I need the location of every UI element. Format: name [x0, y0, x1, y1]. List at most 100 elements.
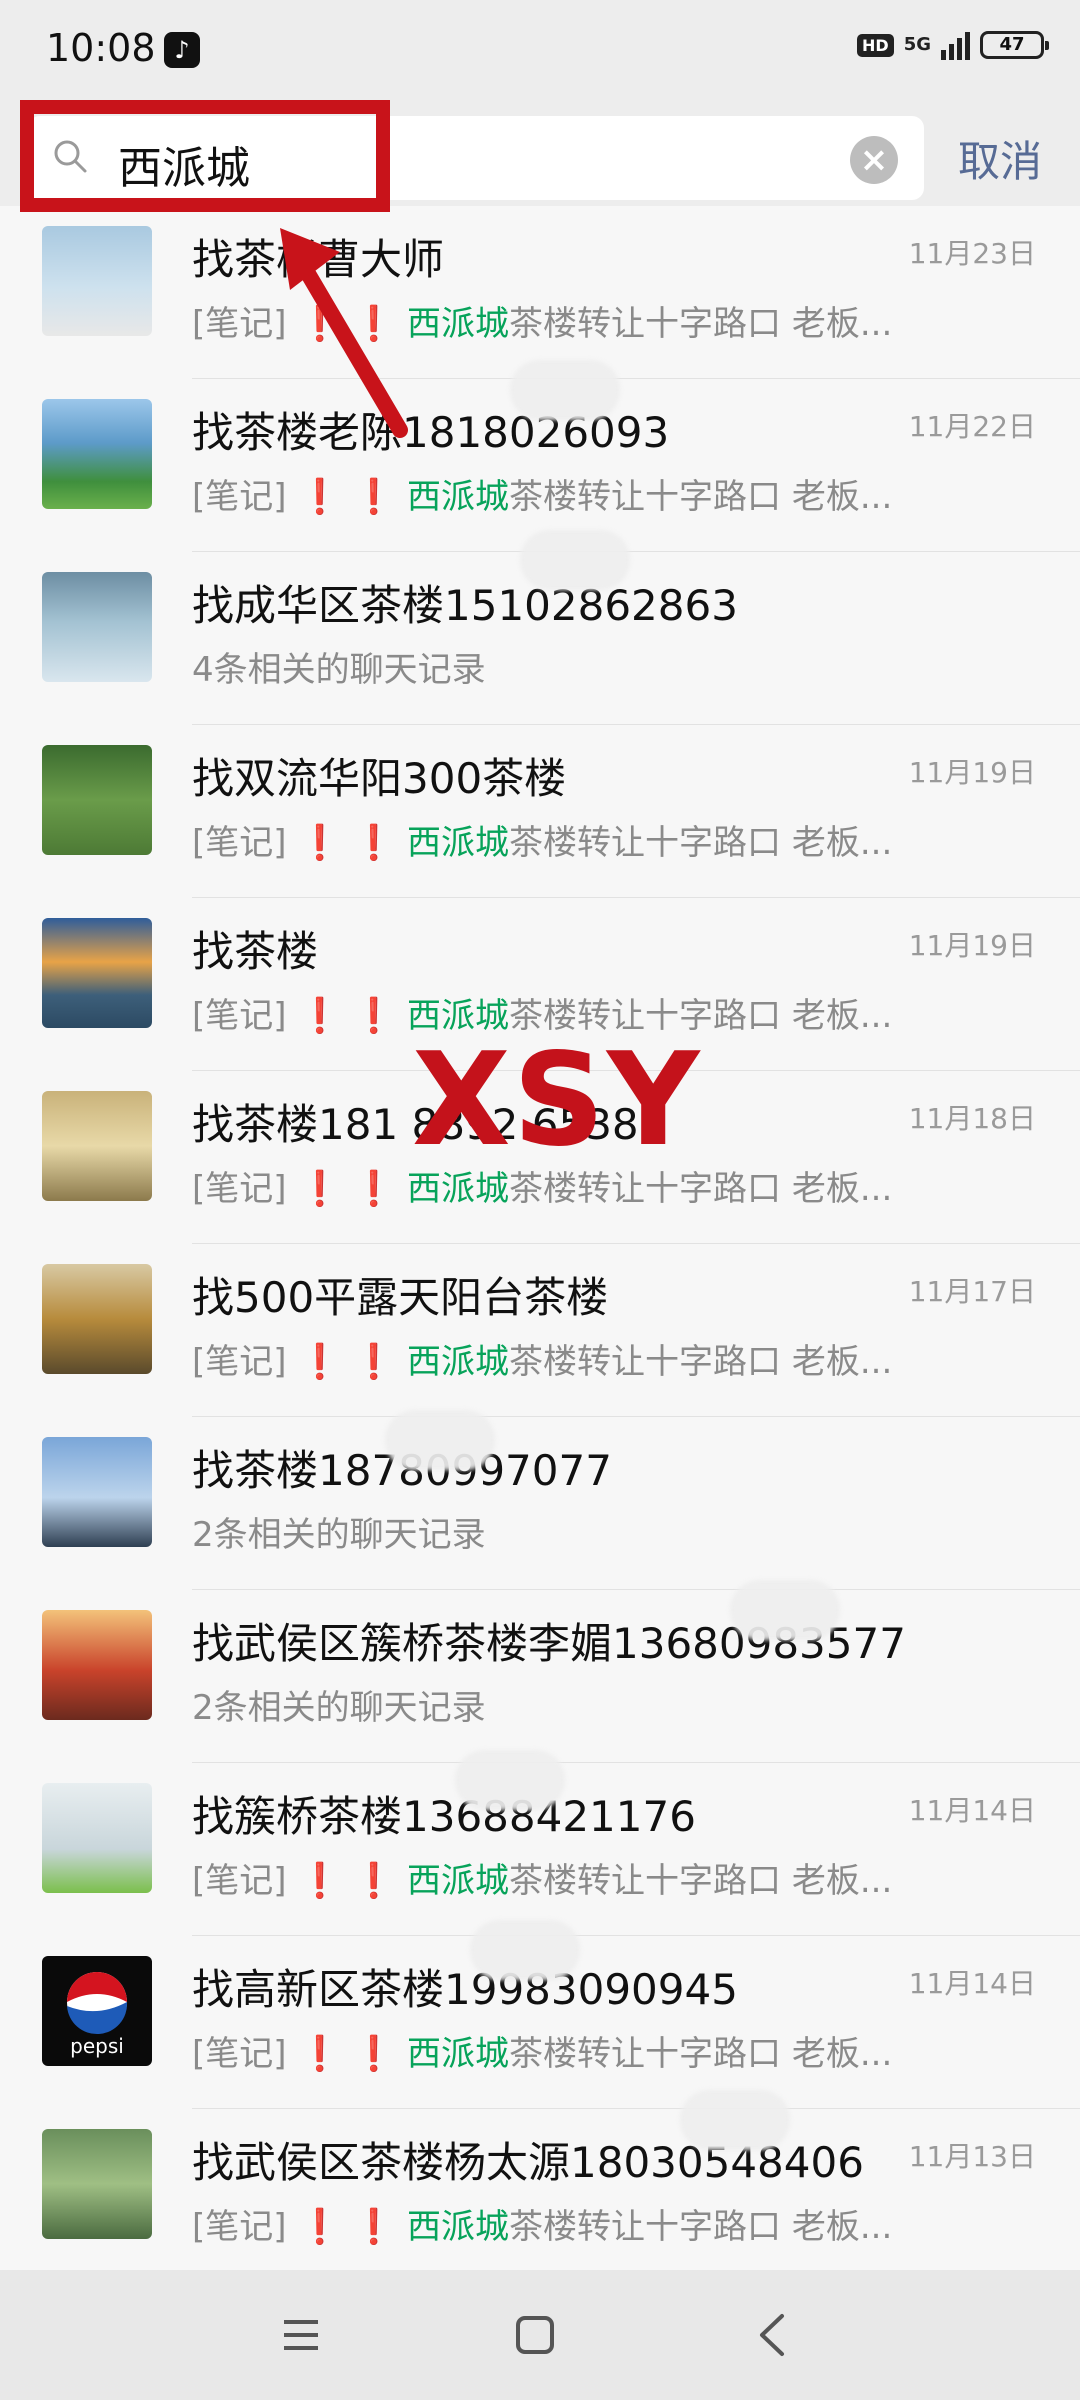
home-icon[interactable]	[514, 2314, 556, 2356]
result-item[interactable]: 找武侯区茶楼杨太源18030548406 11月13日 [笔记] ❗ ❗ 西派城茶楼转让…	[0, 2109, 1080, 2282]
result-snippet: [笔记] ❗ ❗ 西派城茶楼转让十字路口 老板...	[192, 1853, 892, 1902]
result-date: 11月13日	[908, 2140, 1036, 2173]
back-icon[interactable]	[752, 2310, 794, 2360]
result-date: 11月19日	[908, 929, 1036, 962]
snippet-prefix: 4条相关的聊天记录	[192, 650, 486, 690]
result-snippet: 4条相关的聊天记录	[192, 642, 486, 691]
exclamation-marks: ❗ ❗	[298, 2207, 396, 2247]
snippet-prefix: [笔记]	[192, 477, 287, 517]
keyword-highlight: 西派城	[407, 823, 510, 863]
privacy-blur	[510, 360, 620, 420]
privacy-blur	[470, 1920, 580, 1980]
snippet-prefix: [笔记]	[192, 1169, 287, 1209]
system-nav-bar	[0, 2270, 1080, 2400]
result-title: 找成华区茶楼15102862863	[192, 581, 738, 630]
keyword-highlight: 西派城	[407, 1342, 510, 1382]
avatar	[42, 1264, 152, 1374]
avatar	[42, 745, 152, 855]
avatar	[42, 918, 152, 1028]
result-snippet: 2条相关的聊天记录	[192, 1507, 486, 1556]
battery-icon: 47	[980, 31, 1049, 59]
cancel-button[interactable]: 取消	[958, 128, 1042, 189]
network-type: 5G	[903, 34, 931, 55]
result-title: 找簇桥茶楼13688421176	[192, 1792, 696, 1841]
privacy-blur	[520, 530, 630, 590]
avatar	[42, 572, 152, 682]
snippet-text: 茶楼转让十字路口 老板...	[509, 477, 893, 517]
result-date: 11月14日	[908, 1967, 1036, 2000]
result-item[interactable]: 找武侯区簇桥茶楼李媚13680983577 2条相关的聊天记录	[0, 1590, 1080, 1763]
keyword-highlight: 西派城	[407, 304, 510, 344]
pepsi-logo-text: pepsi	[70, 2034, 124, 2058]
snippet-prefix: [笔记]	[192, 2207, 287, 2247]
snippet-prefix: 2条相关的聊天记录	[192, 1688, 486, 1728]
snippet-prefix: [笔记]	[192, 1861, 287, 1901]
exclamation-marks: ❗ ❗	[298, 823, 396, 863]
avatar	[42, 226, 152, 336]
result-title: 找500平露天阳台茶楼	[192, 1273, 609, 1322]
avatar	[42, 1437, 152, 1547]
avatar	[42, 1091, 152, 1201]
privacy-blur	[680, 2090, 790, 2150]
watermark: XSY	[412, 1026, 702, 1175]
snippet-prefix: [笔记]	[192, 2034, 287, 2074]
signal-icon	[941, 30, 970, 60]
privacy-blur	[455, 1750, 565, 1810]
snippet-text: 茶楼转让十字路口 老板...	[509, 2034, 893, 2074]
result-item[interactable]: 找500平露天阳台茶楼 11月17日 [笔记] ❗ ❗ 西派城茶楼转让十字路口 老板..…	[0, 1244, 1080, 1417]
result-snippet: [笔记] ❗ ❗ 西派城茶楼转让十字路口 老板...	[192, 1334, 892, 1383]
avatar	[42, 1783, 152, 1893]
status-indicators: HD 5G 47	[857, 30, 1049, 60]
snippet-prefix: [笔记]	[192, 1342, 287, 1382]
result-snippet: [笔记] ❗ ❗ 西派城茶楼转让十字路口 老板...	[192, 2026, 892, 2075]
result-snippet: [笔记] ❗ ❗ 西派城茶楼转让十字路口 老板...	[192, 469, 892, 518]
snippet-prefix: 2条相关的聊天记录	[192, 1515, 486, 1555]
result-title: 找茶楼	[192, 927, 319, 976]
keyword-highlight: 西派城	[407, 477, 510, 517]
status-bar: 10:08 ♪ HD 5G 47	[0, 0, 1080, 100]
exclamation-marks: ❗ ❗	[298, 1861, 396, 1901]
annotation-arrow	[280, 228, 408, 438]
snippet-text: 茶楼转让十字路口 老板...	[509, 1169, 893, 1209]
result-date: 11月19日	[908, 756, 1036, 789]
exclamation-marks: ❗ ❗	[298, 1342, 396, 1382]
snippet-text: 茶楼转让十字路口 老板...	[509, 823, 893, 863]
result-item[interactable]: 找茶楼18780997077 2条相关的聊天记录	[0, 1417, 1080, 1590]
exclamation-marks: ❗ ❗	[298, 1169, 396, 1209]
result-date: 11月22日	[908, 410, 1036, 443]
snippet-text: 茶楼转让十字路口 老板...	[509, 1342, 893, 1382]
result-title: 找双流华阳300茶楼	[192, 754, 567, 803]
result-item[interactable]: 找茶楼曹大师11月23日[笔记]❗ ❗西派城茶楼转让十字路口 老板...	[0, 206, 1080, 379]
exclamation-marks: ❗ ❗	[298, 477, 396, 517]
snippet-prefix: [笔记]	[192, 996, 287, 1036]
result-snippet: 2条相关的聊天记录	[192, 1680, 486, 1729]
avatar	[42, 1610, 152, 1720]
avatar	[42, 399, 152, 509]
snippet-text: 茶楼转让十字路口 老板...	[509, 304, 893, 344]
keyword-highlight: 西派城	[407, 2034, 510, 2074]
result-date: 11月14日	[908, 1794, 1036, 1827]
menu-icon[interactable]	[280, 2314, 322, 2356]
avatar: pepsi	[42, 1956, 152, 2066]
hd-badge: HD	[857, 33, 894, 57]
result-date: 11月18日	[908, 1102, 1036, 1135]
exclamation-marks: ❗ ❗	[298, 996, 396, 1036]
exclamation-marks: ❗ ❗	[298, 2034, 396, 2074]
avatar	[42, 2129, 152, 2239]
result-snippet: [笔记] ❗ ❗ 西派城茶楼转让十字路口 老板...	[192, 815, 892, 864]
snippet-prefix: [笔记]	[192, 823, 287, 863]
result-date: 11月23日	[908, 237, 1036, 270]
keyword-highlight: 西派城	[407, 1861, 510, 1901]
keyword-highlight: 西派城	[407, 1169, 510, 1209]
snippet-text: 茶楼转让十字路口 老板...	[509, 2207, 893, 2247]
snippet-text: 茶楼转让十字路口 老板...	[509, 1861, 893, 1901]
result-title: 找高新区茶楼19983090945	[192, 1965, 738, 2014]
result-item[interactable]: 找双流华阳300茶楼 11月19日 [笔记] ❗ ❗ 西派城茶楼转让十字路口 老板...	[0, 725, 1080, 898]
result-date: 11月17日	[908, 1275, 1036, 1308]
keyword-highlight: 西派城	[407, 2207, 510, 2247]
privacy-blur	[730, 1580, 840, 1640]
status-time: 10:08	[46, 26, 156, 70]
tiktok-notification-icon: ♪	[164, 32, 200, 68]
privacy-blur	[385, 1410, 495, 1470]
clear-icon[interactable]: ×	[850, 136, 898, 184]
